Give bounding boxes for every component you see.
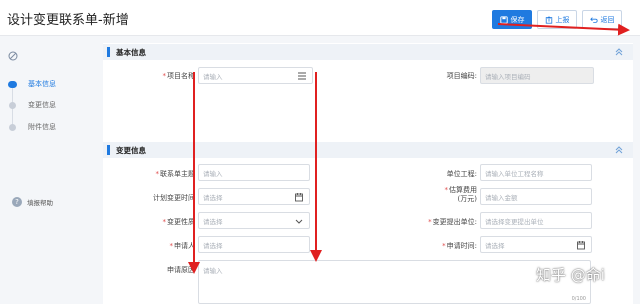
step-label: 基本信息 [28,80,56,88]
top-bar: 设计变更联系单-新增 保存 上报 返回 [0,0,640,36]
planned-time-input[interactable]: 请选择 [198,188,310,205]
planned-time-label: 计划变更时间 [153,194,195,202]
section-title: 基本信息 [116,47,146,57]
contact-subject-input[interactable]: 请输入 [198,164,310,181]
section-title: 变更信息 [116,145,146,155]
collapse-up-icon[interactable] [614,145,624,155]
save-button-label: 保存 [510,15,525,24]
contact-subject-label: *联系单主题 [155,170,196,178]
step-dot [9,101,16,109]
calendar-icon[interactable] [576,240,586,250]
char-counter: 0/100 [571,296,586,302]
estimated-cost-input[interactable]: 请输入金额 [480,188,592,205]
apply-time-input[interactable]: 请选择 [480,236,592,253]
save-button[interactable]: 保存 [492,10,532,29]
calendar-icon[interactable] [294,192,304,202]
unit-project-input[interactable]: 请输入单位工程名称 [480,164,592,181]
help-label: 填报帮助 [27,199,53,207]
chevron-down-icon [295,219,303,224]
applicant-label: *申请人 [169,242,196,250]
sidebar: 基本信息 变更信息 附件信息 ? 填报帮助 [0,37,96,304]
section-accent-bar [107,145,110,155]
step-attachment-info[interactable]: 附件信息 [8,122,56,132]
step-dot [9,123,16,131]
project-code-input: 请输入项目编码 [480,67,594,84]
project-name-label: *项目名称 [162,72,196,80]
reason-textarea[interactable]: 请输入 0/100 [198,260,591,304]
step-label: 变更信息 [28,101,56,109]
applicant-input[interactable]: 请选择 [198,236,310,253]
change-nature-label: *变更性质 [162,218,196,226]
report-button-label: 上报 [555,15,570,24]
section-header-basic: 基本信息 [103,44,633,60]
list-icon[interactable] [297,71,307,81]
estimated-cost-label: *估算费用 (万元) [444,186,478,203]
back-button[interactable]: 返回 [582,10,622,29]
step-basic-info[interactable]: 基本信息 [8,79,56,89]
section-header-change: 变更信息 [103,142,633,158]
unit-project-label: 单位工程: [446,170,477,178]
step-dot [8,80,17,88]
back-button-label: 返回 [600,15,615,24]
upload-icon [545,15,552,24]
step-change-info[interactable]: 变更信息 [8,100,56,110]
page-title: 设计变更联系单-新增 [7,13,129,28]
watermark: 知乎 @命i [536,266,605,284]
proposing-unit-label: *变更提出单位: [428,218,477,226]
proposing-unit-input[interactable]: 请选择变更提出单位 [480,212,592,229]
floppy-disk-icon [499,15,508,24]
collapse-up-icon[interactable] [614,47,624,57]
change-nature-select[interactable]: 请选择 [198,212,310,229]
step-label: 附件信息 [28,123,56,131]
sidebar-toggle-icon[interactable] [8,51,18,61]
report-button[interactable]: 上报 [537,10,577,29]
project-name-input[interactable]: 请输入 [198,67,313,84]
apply-time-label: *申请时间: [442,242,477,250]
question-icon: ? [12,197,22,207]
project-code-label: 项目编码: [446,72,477,80]
reason-label: 申请原因 [167,266,195,274]
help-link[interactable]: ? 填报帮助 [12,197,53,207]
section-accent-bar [107,47,110,57]
return-arrow-icon [589,16,598,23]
